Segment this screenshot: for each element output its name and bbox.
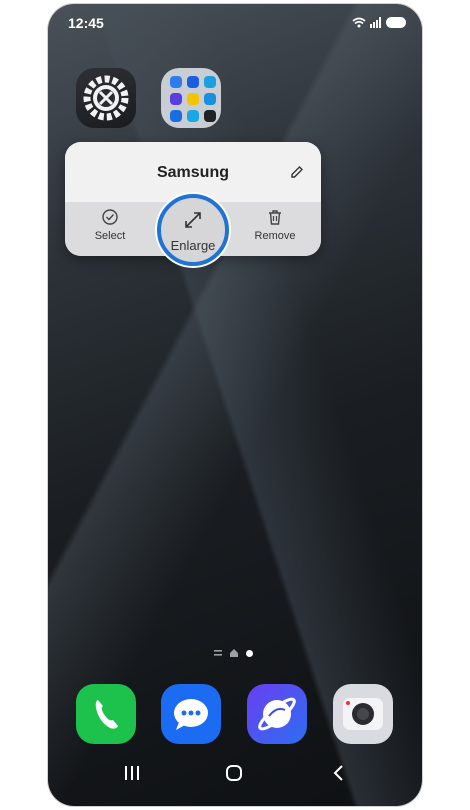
select-button[interactable]: Select <box>75 208 145 242</box>
mini-app-icon <box>187 110 199 122</box>
trash-icon <box>269 210 281 225</box>
menu-page-icon <box>214 650 222 656</box>
back-chevron-icon <box>333 765 343 781</box>
mini-app-icon <box>187 93 199 105</box>
remove-label: Remove <box>254 230 296 242</box>
status-time: 12:45 <box>68 15 104 31</box>
chat-bubble-icon <box>174 699 208 730</box>
recent-apps-button[interactable] <box>124 764 140 787</box>
mini-app-icon <box>204 93 216 105</box>
page-indicator <box>214 649 253 657</box>
expand-arrows-icon <box>185 212 201 228</box>
home-button[interactable] <box>225 764 243 787</box>
mini-app-icon <box>204 76 216 88</box>
settings-app-icon[interactable] <box>76 68 136 128</box>
home-page-icon <box>230 649 238 657</box>
mini-app-icon <box>170 76 182 88</box>
mini-app-icon <box>170 110 182 122</box>
navigation-bar <box>48 764 422 794</box>
camera-lens-icon <box>343 698 383 730</box>
messages-app-icon[interactable] <box>161 684 221 744</box>
check-circle-icon <box>102 209 118 225</box>
current-page-dot <box>246 649 253 657</box>
phone-screen: 12:45 Samsung Select Remove Enlarge <box>48 4 422 806</box>
phone-handset-icon <box>95 700 118 729</box>
mini-app-icon <box>187 76 199 88</box>
battery-icon <box>386 17 406 28</box>
select-label: Select <box>94 230 126 242</box>
recents-icon <box>125 766 139 780</box>
status-bar: 12:45 <box>68 12 406 34</box>
signal-icon <box>370 17 381 28</box>
status-icons <box>352 17 406 28</box>
wifi-icon <box>352 17 366 28</box>
home-icon <box>226 765 242 781</box>
samsung-folder-icon[interactable] <box>161 68 221 128</box>
gear-icon <box>83 75 129 121</box>
mini-app-icon <box>204 110 216 122</box>
edit-icon[interactable] <box>289 164 305 180</box>
phone-app-icon[interactable] <box>76 684 136 744</box>
enlarge-label: Enlarge <box>170 238 216 253</box>
camera-app-icon[interactable] <box>333 684 393 744</box>
enlarge-button[interactable]: Enlarge <box>157 194 229 266</box>
popup-title: Samsung <box>156 164 229 181</box>
internet-app-icon[interactable] <box>247 684 307 744</box>
remove-button[interactable]: Remove <box>240 208 310 242</box>
mini-app-icon <box>170 93 182 105</box>
planet-icon <box>258 697 296 731</box>
back-button[interactable] <box>332 764 346 787</box>
